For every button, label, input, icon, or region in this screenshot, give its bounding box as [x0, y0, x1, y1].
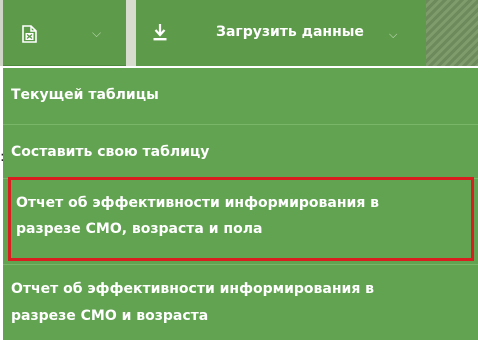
- menu-item-label: Текущей таблицы: [11, 87, 159, 103]
- download-dropdown-menu: Текущей таблицы Составить свою таблицу О…: [3, 68, 478, 340]
- menu-item-label-line1: Отчет об эффективности информирования в: [11, 281, 375, 297]
- toolbar-separator: [126, 0, 136, 66]
- chevron-down-icon[interactable]: ⌵: [92, 27, 101, 39]
- menu-item-custom-table[interactable]: Составить свою таблицу: [3, 125, 478, 178]
- menu-item-label: Составить свою таблицу: [11, 144, 210, 160]
- excel-file-icon: [22, 25, 37, 43]
- chevron-down-icon: ⌵: [389, 28, 398, 41]
- menu-item-label-line2: разрезе СМО и возраста: [11, 308, 209, 324]
- download-data-button[interactable]: Загрузить данные ⌵: [136, 0, 426, 66]
- menu-item-current-table[interactable]: Текущей таблицы: [3, 68, 478, 124]
- download-data-label: Загрузить данные: [216, 24, 364, 40]
- menu-divider: [3, 264, 478, 265]
- export-excel-button[interactable]: ⌵: [3, 0, 126, 66]
- menu-item-report-smo-age[interactable]: Отчет об эффективности информирования в …: [3, 267, 478, 340]
- toolbar: ⌵ Загрузить данные ⌵: [0, 0, 478, 68]
- menu-item-label-line2: разрезе СМО, возраста и пола: [16, 221, 263, 237]
- menu-item-report-smo-age-sex[interactable]: Отчет об эффективности информирования в …: [8, 177, 474, 261]
- download-icon: [153, 24, 167, 41]
- toolbar-background-pattern: [426, 0, 478, 66]
- menu-item-label-line1: Отчет об эффективности информирования в: [16, 195, 380, 211]
